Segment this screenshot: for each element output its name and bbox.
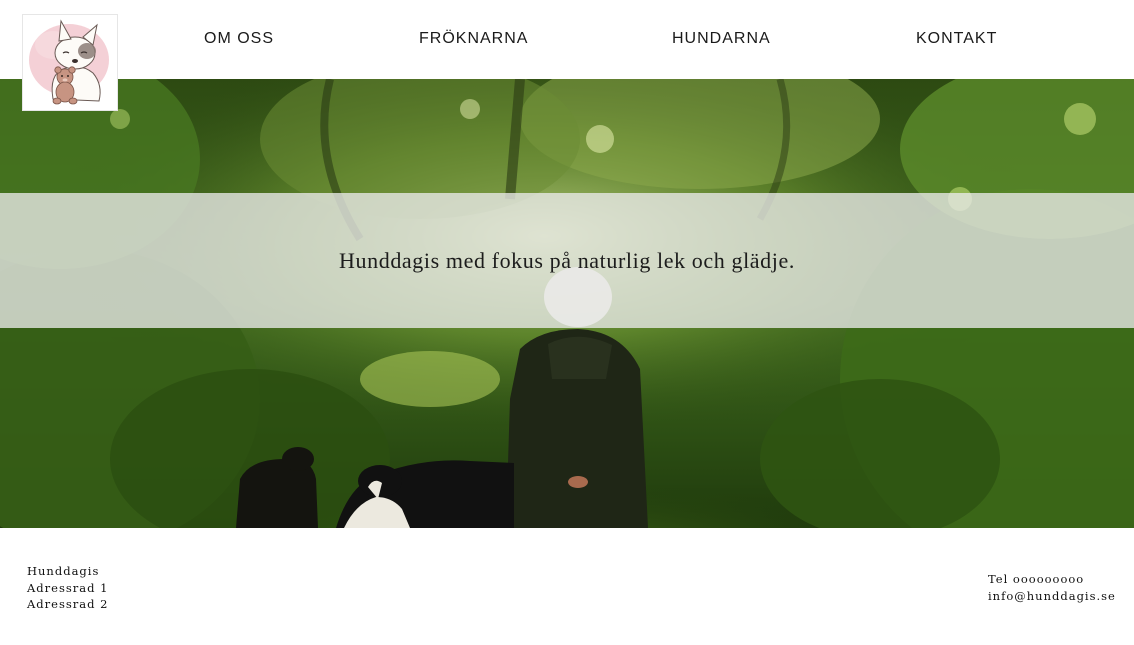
footer-company-name: Hunddagis (27, 564, 100, 578)
footer-address-line-2: Adressrad 2 (27, 597, 109, 611)
nav-hundarna[interactable]: HUNDARNA (672, 30, 771, 48)
hero-tagline: Hunddagis med fokus på naturlig lek och … (339, 247, 795, 273)
hero-section: Hunddagis med fokus på naturlig lek och … (0, 79, 1134, 528)
footer-address-line-1: Adressrad 1 (27, 580, 109, 595)
site-header: OM OSS FRÖKNARNA HUNDARNA KONTAKT (0, 0, 1134, 79)
nav-froknarna[interactable]: FRÖKNARNA (419, 30, 528, 48)
nav-kontakt[interactable]: KONTAKT (916, 30, 997, 48)
footer-address: Hunddagis Adressrad 1 Adressrad 2 (27, 563, 108, 613)
footer-email-link[interactable]: info@hunddagis.se (988, 588, 1116, 605)
hero-banner: Hunddagis med fokus på naturlig lek och … (0, 193, 1134, 328)
footer-contact: Tel ooooooooo info@hunddagis.se (988, 571, 1116, 604)
puppy-with-teddy-bear-icon (29, 19, 109, 105)
nav-om-oss[interactable]: OM OSS (204, 30, 274, 48)
site-logo[interactable] (22, 14, 118, 111)
footer-phone: Tel ooooooooo (988, 572, 1085, 586)
